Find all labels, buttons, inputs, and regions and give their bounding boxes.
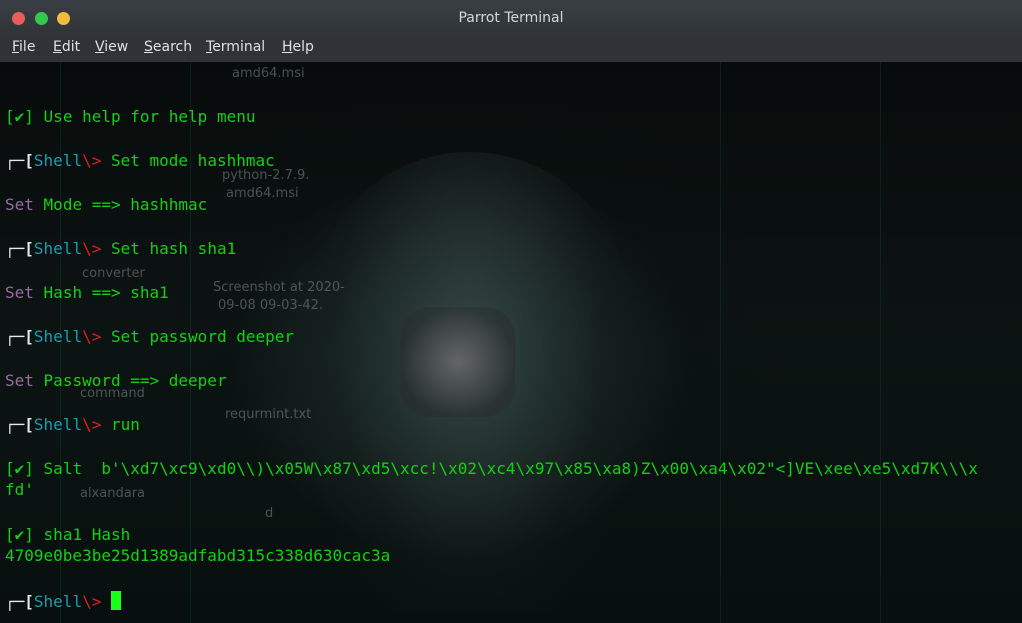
menu-edit[interactable]: Edit [53,39,80,55]
menu-search[interactable]: Search [144,39,192,55]
desktop-label: converter [82,266,145,281]
prompt-line: ┌─[Shell\> Set mode hashhmac [5,151,275,170]
window-title: Parrot Terminal [458,10,564,26]
output-line: Set Hash ==> sha1 [5,283,169,302]
menu-file[interactable]: File [12,39,35,55]
desktop-label: alxandara [80,486,146,501]
hash-label-line: [✔] sha1 Hash [5,525,131,544]
help-line: [✔] Use help for help menu [5,107,256,126]
active-prompt-line[interactable]: ┌─[Shell\> [5,591,121,612]
menu-view[interactable]: View [95,39,128,55]
terminal-output[interactable]: amd64.msi python-2.7.9. amd64.msi conver… [0,62,1022,623]
terminal-window: Parrot Terminal File Edit View Search Te… [0,0,1022,623]
background-rain [720,62,721,623]
desktop-label: 09-08 09-03-42. [218,298,324,313]
prompt-line: ┌─[Shell\> Set password deeper [5,327,295,346]
background-rain [880,62,881,623]
desktop-label: amd64.msi [226,186,299,201]
output-line: Set Mode ==> hashhmac [5,195,208,214]
menu-terminal[interactable]: Terminal [206,39,265,55]
desktop-label: d [265,506,274,521]
desktop-label: Screenshot at 2020- [213,280,345,295]
wallpaper-visor [400,307,515,417]
output-line: Set Password ==> deeper [5,371,227,390]
title-bar[interactable]: Parrot Terminal [0,0,1022,37]
hash-value: 4709e0be3be25d1389adfabd315c338d630cac3a [5,546,391,565]
salt-line: [✔] Salt b'\xd7\xc9\xd0\\)\x05W\x87\xd5\… [5,459,978,478]
desktop-label: requrmint.txt [225,407,312,422]
salt-continuation: fd' [5,480,34,499]
prompt-line: ┌─[Shell\> Set hash sha1 [5,239,237,258]
prompt-line: ┌─[Shell\> run [5,415,140,434]
menu-bar: File Edit View Search Terminal Help [0,37,1022,63]
desktop-label: amd64.msi [232,66,305,81]
text-cursor[interactable] [110,591,121,610]
menu-help[interactable]: Help [282,39,314,55]
